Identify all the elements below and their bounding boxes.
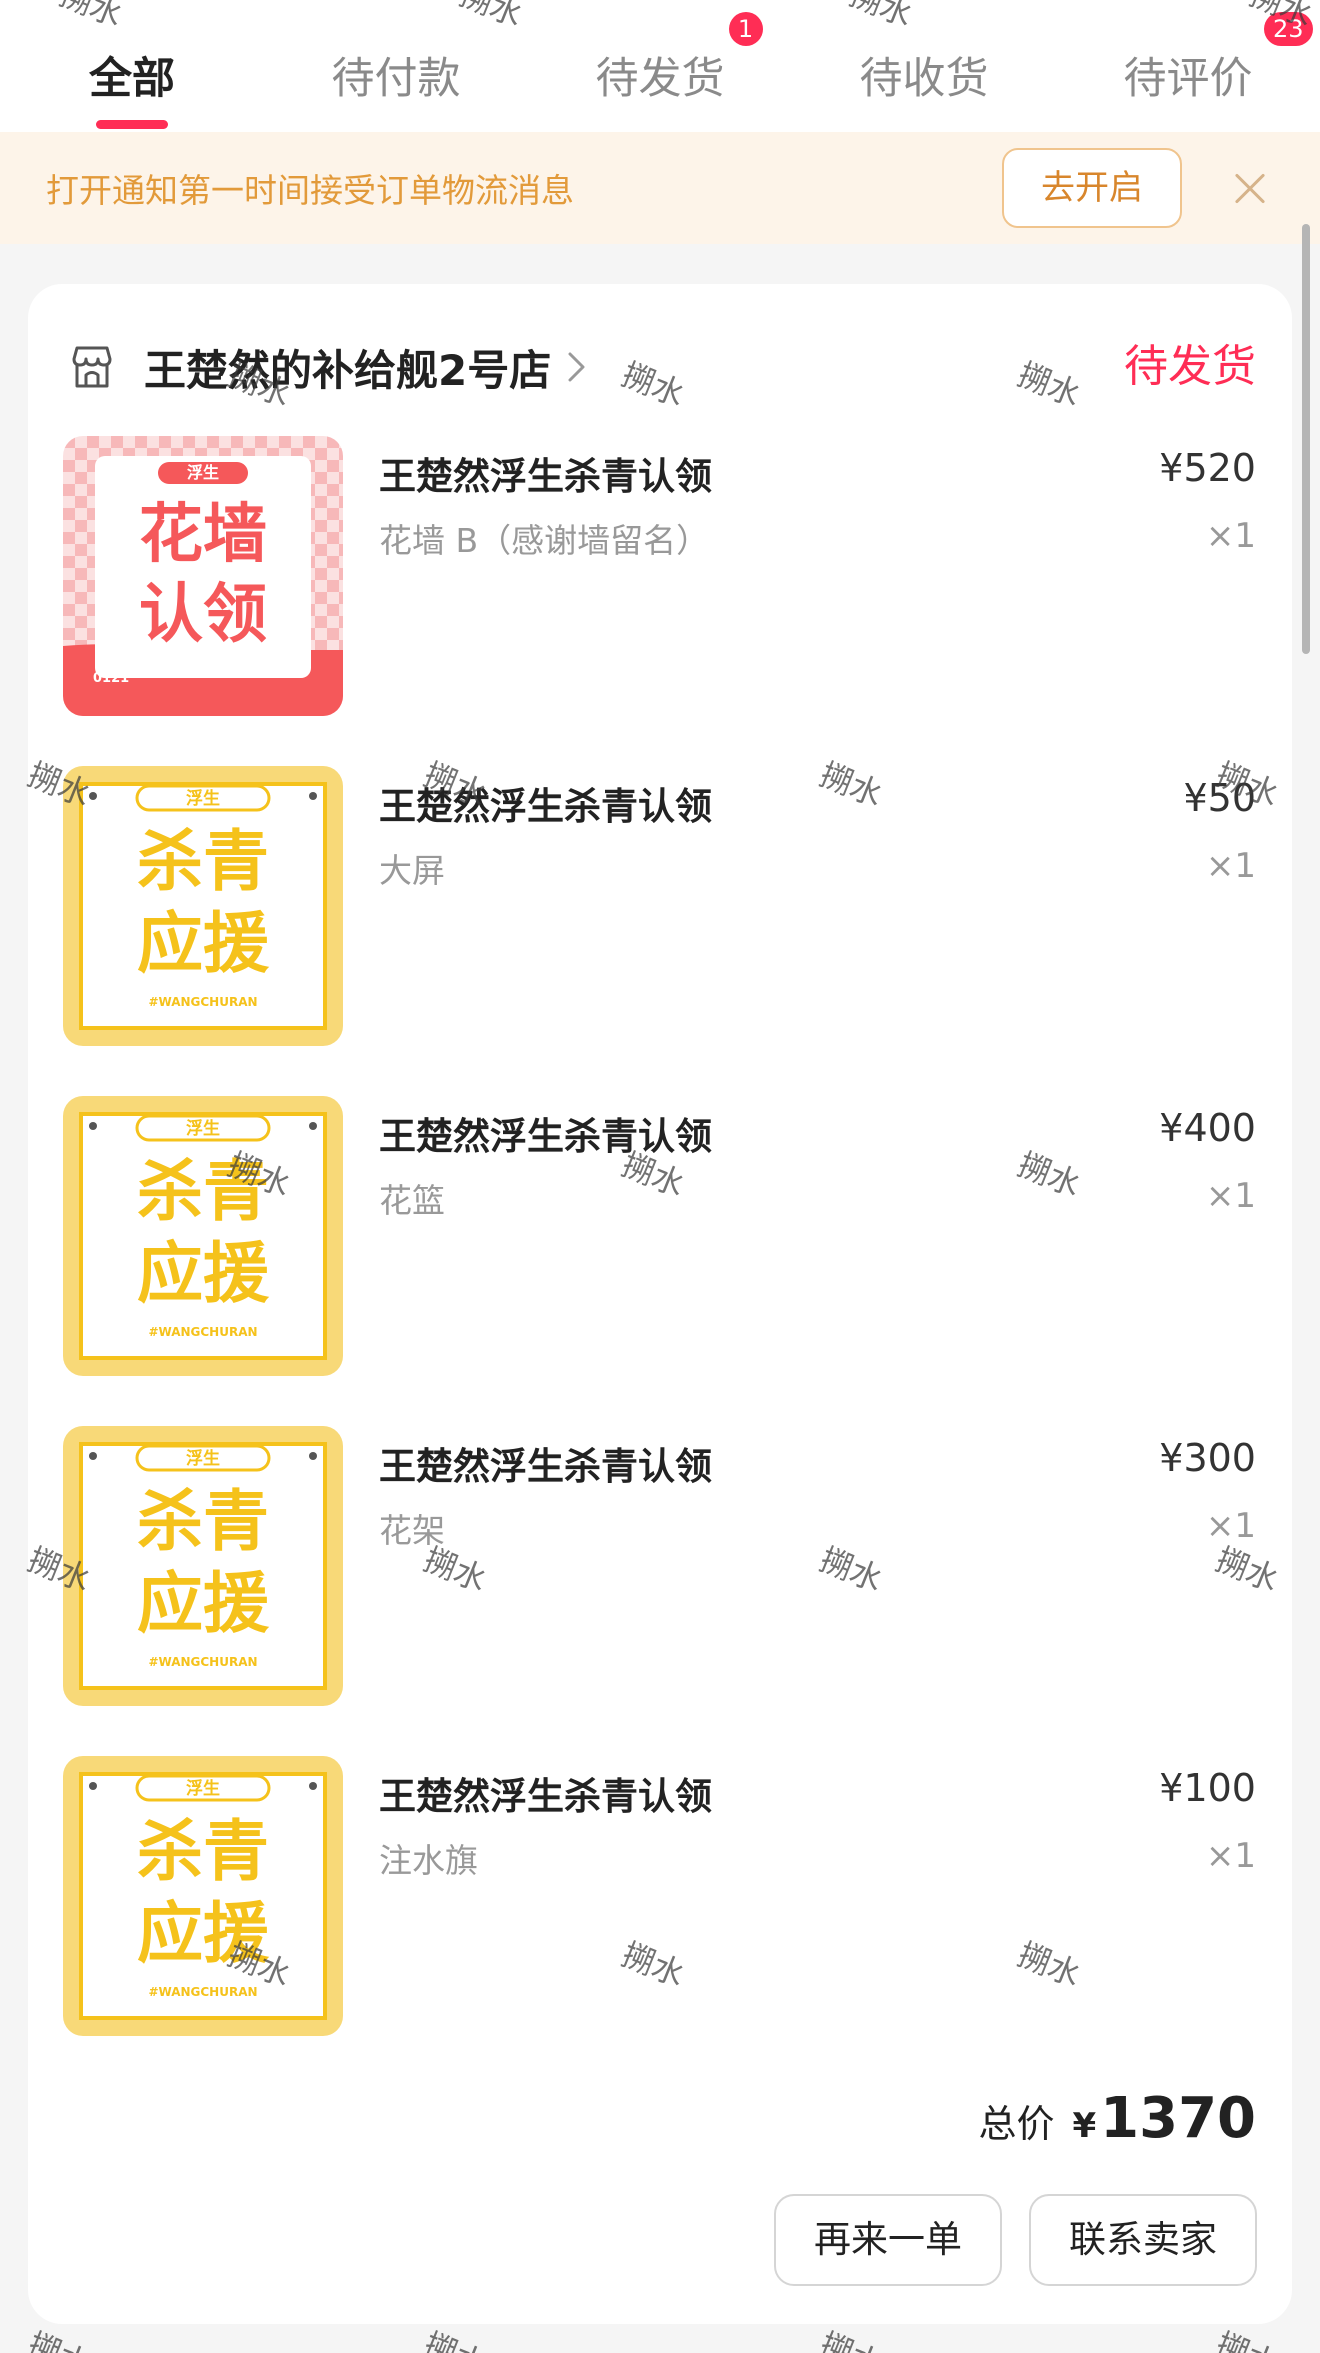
thumb-text: 杀青 xyxy=(137,1813,269,1890)
tab-all[interactable]: 全部 xyxy=(0,0,264,132)
tab-badge: 23 xyxy=(1263,12,1313,46)
order-item[interactable]: 浮生 花墙 认领 0121 王楚然浮生杀青认领 花墙 B（感谢墙留名） ¥520… xyxy=(28,436,1292,720)
item-spec: 花架 xyxy=(379,1511,445,1550)
total-currency: ¥ xyxy=(1072,2106,1097,2146)
thumb-text: 应援 xyxy=(137,1235,270,1312)
item-quantity: ×1 xyxy=(1205,516,1256,556)
total-label: 总价 xyxy=(978,2102,1055,2146)
product-thumbnail[interactable]: 浮生 杀青 应援 #WANGCHURAN xyxy=(63,1426,343,1706)
tab-pending-shipment[interactable]: 待发货 1 xyxy=(528,0,792,132)
store-name[interactable]: 王楚然的补给舰2号店 xyxy=(144,337,551,398)
item-price: ¥100 xyxy=(1159,1766,1256,1810)
item-spec: 花墙 B（感谢墙留名） xyxy=(379,521,710,560)
item-title: 王楚然浮生杀青认领 xyxy=(379,1445,712,1488)
item-price: ¥400 xyxy=(1159,1106,1256,1150)
thumb-text: 应援 xyxy=(137,905,270,982)
thumb-code: #WANGCHURAN xyxy=(148,1655,257,1669)
item-quantity: ×1 xyxy=(1205,846,1256,886)
thumb-text: 应援 xyxy=(137,1565,270,1642)
total-value: 1370 xyxy=(1100,2086,1256,2151)
thumb-text: 应援 xyxy=(137,1895,270,1972)
store-icon xyxy=(72,346,112,388)
order-item[interactable]: 浮生 杀青 应援 #WANGCHURAN 王楚然浮生杀青认领 大屏 ¥50 ×1 xyxy=(28,766,1292,1050)
item-spec: 大屏 xyxy=(379,851,445,890)
thumb-text: 杀青 xyxy=(137,1483,269,1560)
order-item[interactable]: 浮生 杀青 应援 #WANGCHURAN 王楚然浮生杀青认领 花架 ¥300 ×… xyxy=(28,1426,1292,1710)
watermark-text: 搠水 xyxy=(22,2320,99,2353)
active-tab-indicator xyxy=(96,120,168,129)
enable-notification-button[interactable]: 去开启 xyxy=(1002,148,1182,228)
thumb-text: 认领 xyxy=(139,578,267,652)
thumb-tag: 浮生 xyxy=(186,1118,220,1139)
product-thumbnail[interactable]: 浮生 花墙 认领 0121 xyxy=(63,436,343,716)
order-item[interactable]: 浮生 杀青 应援 #WANGCHURAN 王楚然浮生杀青认领 花篮 ¥400 ×… xyxy=(28,1096,1292,1380)
reorder-button[interactable]: 再来一单 xyxy=(774,2194,1002,2286)
tab-pending-payment[interactable]: 待付款 xyxy=(264,0,528,132)
order-card[interactable]: 王楚然的补给舰2号店 待发货 浮生 花墙 认领 0121 王楚然浮生杀青认领 花… xyxy=(28,284,1292,2324)
order-tabs: 全部 待付款 待发货 1 待收货 待评价 23 xyxy=(0,0,1320,132)
item-title: 王楚然浮生杀青认领 xyxy=(379,1115,712,1158)
store-header[interactable]: 王楚然的补给舰2号店 待发货 xyxy=(28,332,1292,402)
thumb-code: 0121 xyxy=(93,671,129,686)
tab-label: 待收货 xyxy=(859,54,989,104)
item-price: ¥300 xyxy=(1159,1436,1256,1480)
product-thumbnail[interactable]: 浮生 杀青 应援 #WANGCHURAN xyxy=(63,1096,343,1376)
item-quantity: ×1 xyxy=(1205,1506,1256,1546)
order-item[interactable]: 浮生 杀青 应援 #WANGCHURAN 王楚然浮生杀青认领 注水旗 ¥100 … xyxy=(28,1756,1292,2040)
item-title: 王楚然浮生杀青认领 xyxy=(379,1775,712,1818)
thumb-text: 花墙 xyxy=(139,498,267,572)
item-spec: 花篮 xyxy=(379,1181,445,1220)
item-quantity: ×1 xyxy=(1205,1836,1256,1876)
item-spec: 注水旗 xyxy=(379,1841,478,1880)
product-thumbnail[interactable]: 浮生 杀青 应援 #WANGCHURAN xyxy=(63,1756,343,2036)
item-title: 王楚然浮生杀青认领 xyxy=(379,785,712,828)
thumb-tag: 浮生 xyxy=(186,1778,220,1799)
thumb-tag: 浮生 xyxy=(187,463,219,482)
tab-label: 待评价 xyxy=(1123,54,1253,104)
notice-text: 打开通知第一时间接受订单物流消息 xyxy=(46,171,574,210)
tab-label: 全部 xyxy=(89,54,175,104)
watermark-text: 搠水 xyxy=(418,2320,495,2353)
item-price: ¥50 xyxy=(1183,776,1256,820)
contact-seller-button[interactable]: 联系卖家 xyxy=(1029,2194,1257,2286)
thumb-text: 杀青 xyxy=(137,823,269,900)
tab-badge: 1 xyxy=(728,12,763,46)
thumb-text: 杀青 xyxy=(137,1153,269,1230)
notification-banner: 打开通知第一时间接受订单物流消息 去开启 xyxy=(0,132,1320,244)
tab-pending-receipt[interactable]: 待收货 xyxy=(792,0,1056,132)
order-total: 总价 ¥ 1370 xyxy=(978,2086,1256,2151)
thumb-code: #WANGCHURAN xyxy=(148,1325,257,1339)
thumb-tag: 浮生 xyxy=(186,1448,220,1469)
thumb-code: #WANGCHURAN xyxy=(148,995,257,1009)
watermark-text: 搠水 xyxy=(1210,2320,1287,2353)
close-icon[interactable] xyxy=(1230,168,1270,208)
order-status: 待发货 xyxy=(1124,341,1256,392)
chevron-right-icon xyxy=(568,352,585,382)
tab-label: 待付款 xyxy=(331,54,461,104)
scrollbar[interactable] xyxy=(1302,224,1310,654)
tab-pending-review[interactable]: 待评价 23 xyxy=(1056,0,1320,132)
tab-label: 待发货 xyxy=(595,54,725,104)
item-quantity: ×1 xyxy=(1205,1176,1256,1216)
item-price: ¥520 xyxy=(1159,446,1256,490)
thumb-tag: 浮生 xyxy=(186,788,220,809)
watermark-text: 搠水 xyxy=(814,2320,891,2353)
item-title: 王楚然浮生杀青认领 xyxy=(379,455,712,498)
thumb-code: #WANGCHURAN xyxy=(148,1985,257,1999)
product-thumbnail[interactable]: 浮生 杀青 应援 #WANGCHURAN xyxy=(63,766,343,1046)
